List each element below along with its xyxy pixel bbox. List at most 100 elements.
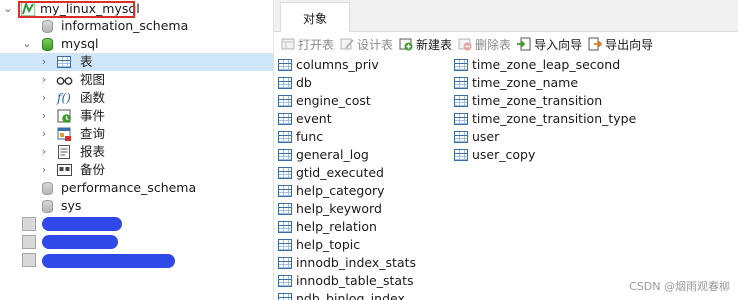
- table-item[interactable]: user: [454, 128, 499, 146]
- database-name: sys: [61, 198, 82, 213]
- table-icon: [278, 203, 292, 215]
- open-table-button[interactable]: 打开表: [281, 36, 334, 53]
- import-wizard-icon: [517, 37, 531, 51]
- table-name: user: [472, 129, 500, 144]
- tree-row-database[interactable]: information_schema: [0, 17, 273, 35]
- table-name: help_keyword: [296, 201, 382, 216]
- database-icon: [42, 200, 53, 213]
- table-item[interactable]: help_topic: [278, 236, 360, 254]
- table-name: help_topic: [296, 237, 361, 252]
- delete-table-button[interactable]: 删除表: [458, 36, 511, 53]
- table-item[interactable]: columns_priv: [278, 56, 379, 74]
- table-item[interactable]: event: [278, 110, 332, 128]
- table-name: user_copy: [472, 147, 536, 162]
- table-icon: [454, 131, 468, 143]
- tree-row-views[interactable]: › 视图: [0, 71, 273, 89]
- table-name: help_relation: [296, 219, 377, 234]
- chevron-right-icon[interactable]: ›: [39, 107, 49, 125]
- import-wizard-button[interactable]: 导入向导: [517, 36, 582, 53]
- chevron-right-icon[interactable]: ›: [39, 89, 49, 107]
- database-icon: [42, 182, 53, 195]
- table-icon: [454, 77, 468, 89]
- tree-row-tables[interactable]: › 表: [0, 53, 273, 71]
- table-name: columns_priv: [296, 57, 379, 72]
- tree-row-database[interactable]: performance_schema: [0, 179, 273, 197]
- toolbar-label: 打开表: [298, 37, 335, 52]
- new-table-icon: [399, 37, 413, 51]
- new-table-button[interactable]: 新建表: [399, 36, 452, 53]
- table-icon: [278, 221, 292, 233]
- table-item[interactable]: user_copy: [454, 146, 535, 164]
- tree-row-connection-redacted[interactable]: [0, 251, 273, 269]
- tree-row-events[interactable]: › 事件: [0, 107, 273, 125]
- table-item[interactable]: help_keyword: [278, 200, 382, 218]
- report-icon: [58, 145, 71, 160]
- tree-item-label: 函数: [80, 90, 106, 105]
- toolbar-label: 设计表: [357, 37, 394, 52]
- design-table-button[interactable]: 设计表: [340, 36, 393, 53]
- table-name: db: [296, 75, 312, 90]
- design-table-icon: [340, 37, 354, 51]
- tab-bar: 对象: [274, 0, 738, 33]
- export-wizard-icon: [588, 37, 603, 51]
- tree-row-connection-redacted[interactable]: [0, 233, 273, 251]
- table-item[interactable]: engine_cost: [278, 92, 371, 110]
- table-item[interactable]: time_zone_leap_second: [454, 56, 620, 74]
- table-item[interactable]: help_relation: [278, 218, 377, 236]
- database-name: information_schema: [61, 18, 189, 33]
- tree-row-functions[interactable]: › f() 函数: [0, 89, 273, 107]
- table-item[interactable]: innodb_index_stats: [278, 254, 416, 272]
- table-item[interactable]: help_category: [278, 182, 385, 200]
- chevron-down-icon[interactable]: ⌄: [3, 0, 13, 18]
- tree-row-queries[interactable]: › 查询: [0, 125, 273, 143]
- function-icon: f(): [57, 91, 71, 105]
- chevron-right-icon[interactable]: ›: [39, 125, 49, 143]
- connection-icon: [22, 253, 36, 267]
- toolbar-label: 导入向导: [534, 37, 583, 52]
- table-icon: [278, 275, 292, 287]
- tree-item-label: 表: [80, 54, 93, 69]
- table-name: gtid_executed: [296, 165, 384, 180]
- table-name: time_zone_transition: [472, 93, 603, 108]
- table-icon: [278, 293, 292, 300]
- table-item[interactable]: innodb_table_stats: [278, 272, 413, 290]
- tree-row-database[interactable]: sys: [0, 197, 273, 215]
- chevron-right-icon[interactable]: ›: [39, 71, 49, 89]
- table-name: time_zone_transition_type: [472, 111, 637, 126]
- table-icon: [278, 77, 292, 89]
- tree-row-reports[interactable]: › 报表: [0, 143, 273, 161]
- object-toolbar: 打开表 设计表 新建表 删除表 导入向导 导出向导: [274, 32, 738, 56]
- object-pane: 对象 打开表 设计表 新建表 删除表 导入向导 导出向导 columns_pri…: [273, 0, 738, 300]
- database-icon: [42, 38, 53, 51]
- tree-row-connection-redacted[interactable]: [0, 215, 273, 233]
- table-item[interactable]: general_log: [278, 146, 369, 164]
- database-name: mysql: [61, 36, 99, 51]
- table-icon: [57, 56, 71, 68]
- table-icon: [454, 113, 468, 125]
- table-icon: [278, 185, 292, 197]
- table-item[interactable]: time_zone_transition: [454, 92, 602, 110]
- table-icon: [278, 149, 292, 161]
- table-item[interactable]: func: [278, 128, 323, 146]
- chevron-down-icon[interactable]: ⌄: [22, 35, 32, 53]
- connection-icon: [22, 217, 36, 231]
- table-item[interactable]: ndb_binlog_index: [278, 290, 405, 300]
- tree-item-label: 视图: [80, 72, 106, 87]
- table-icon: [278, 239, 292, 251]
- table-name: func: [296, 129, 324, 144]
- table-item[interactable]: time_zone_transition_type: [454, 110, 636, 128]
- table-item[interactable]: time_zone_name: [454, 74, 578, 92]
- query-icon: [57, 127, 72, 142]
- export-wizard-button[interactable]: 导出向导: [588, 36, 653, 53]
- table-item[interactable]: db: [278, 74, 312, 92]
- table-icon: [454, 95, 468, 107]
- table-item[interactable]: gtid_executed: [278, 164, 384, 182]
- table-name: time_zone_name: [472, 75, 579, 90]
- tab-objects[interactable]: 对象: [280, 2, 350, 33]
- chevron-right-icon[interactable]: ›: [39, 143, 49, 161]
- table-icon: [278, 59, 292, 71]
- chevron-right-icon[interactable]: ›: [39, 53, 49, 71]
- tree-row-database-mysql[interactable]: ⌄ mysql: [0, 35, 273, 53]
- chevron-right-icon[interactable]: ›: [39, 161, 49, 179]
- tree-row-backups[interactable]: › 备份: [0, 161, 273, 179]
